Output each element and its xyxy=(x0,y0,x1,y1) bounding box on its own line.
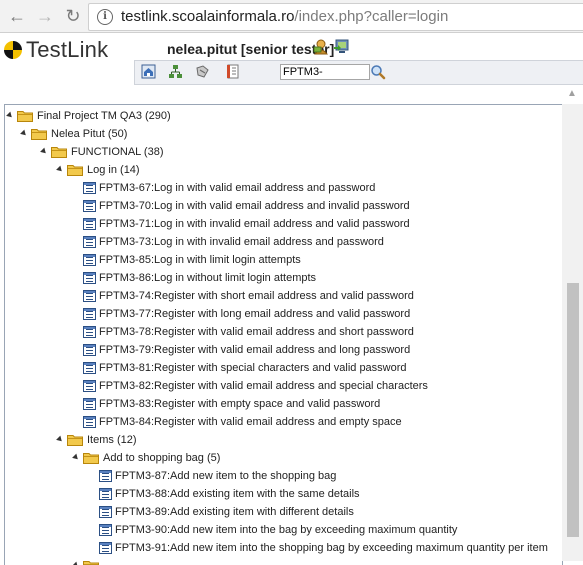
tree-node-label[interactable]: FPTM3-87:Add new item to the shopping ba… xyxy=(115,467,336,485)
tree-node-label[interactable]: Add to shopping bag (5) xyxy=(103,449,220,467)
tree-node-label[interactable]: FPTM3-86:Log in without limit login atte… xyxy=(99,269,316,287)
test-case-search-input[interactable] xyxy=(280,64,370,80)
tree-node-label[interactable]: FPTM3-91:Add new item into the shopping … xyxy=(115,539,548,557)
user-profile-icon[interactable] xyxy=(313,38,330,55)
test-case-icon xyxy=(99,506,112,518)
test-case-icon xyxy=(99,470,112,482)
test-case-icon xyxy=(83,362,96,374)
tree-node-label[interactable]: FPTM3-79:Register with valid email addre… xyxy=(99,341,410,359)
folder-icon xyxy=(67,165,83,176)
collapse-triangle-icon[interactable] xyxy=(72,453,80,462)
test-case-icon xyxy=(83,344,96,356)
url-path: /index.php?caller=login xyxy=(294,8,449,25)
tree-node-label[interactable]: FPTM3-83:Register with empty space and v… xyxy=(99,395,380,413)
address-bar[interactable]: i testlink.scoalainformala.ro/index.php?… xyxy=(88,3,583,31)
requirements-icon[interactable] xyxy=(226,64,241,79)
url-host: testlink.scoalainformala.ro xyxy=(121,8,295,25)
browser-toolbar: ← → ↻ i testlink.scoalainformala.ro/inde… xyxy=(0,0,583,33)
tree-node-label[interactable]: FPTM3-81:Register with special character… xyxy=(99,359,407,377)
reload-icon[interactable]: ↻ xyxy=(62,5,84,27)
url-text: testlink.scoalainformala.ro/index.php?ca… xyxy=(121,8,448,25)
tree-node-label[interactable]: FPTM3-88:Add existing item with the same… xyxy=(115,485,360,503)
test-case-icon xyxy=(83,254,96,266)
tree-node-label[interactable]: FPTM3-67:Log in with valid email address… xyxy=(99,179,375,197)
logout-icon[interactable] xyxy=(333,38,350,55)
test-case-icon xyxy=(99,542,112,554)
test-case-icon xyxy=(83,290,96,302)
execute-tests-icon[interactable] xyxy=(195,64,210,79)
tree-node-label[interactable]: Log in (14) xyxy=(87,161,140,179)
home-icon[interactable] xyxy=(141,64,156,79)
tree-node-label[interactable]: FPTM3-77:Register with long email addres… xyxy=(99,305,410,323)
tree-node-label[interactable]: Items (12) xyxy=(87,431,137,449)
test-spec-tree: Final Project TM QA3 (290) Nelea Pitut (5… xyxy=(4,104,563,565)
tree-node-label[interactable]: FPTM3-82:Register with valid email addre… xyxy=(99,377,428,395)
info-icon[interactable]: i xyxy=(97,9,113,25)
tree-node-label[interactable]: FPTM3-78:Register with valid email addre… xyxy=(99,323,414,341)
back-arrow-icon[interactable]: ← xyxy=(6,5,28,27)
tree-node-label[interactable]: FPTM3-73:Log in with invalid email addre… xyxy=(99,233,384,251)
collapse-triangle-icon[interactable] xyxy=(72,561,80,565)
testlink-toolbar xyxy=(134,60,583,85)
search-icon[interactable] xyxy=(370,64,386,80)
collapse-triangle-icon[interactable] xyxy=(6,111,14,120)
tree-node-label[interactable]: FPTM3-90:Add new item into the bag by ex… xyxy=(115,521,457,539)
test-case-icon xyxy=(83,182,96,194)
forward-arrow-icon[interactable]: → xyxy=(34,5,56,27)
tree-node-label[interactable]: Final Project TM QA3 (290) xyxy=(37,107,171,125)
test-case-icon xyxy=(83,398,96,410)
folder-icon xyxy=(17,111,33,122)
test-case-icon xyxy=(99,488,112,500)
folder-icon xyxy=(51,147,67,158)
tree-node-label[interactable]: FPTM3-84:Register with valid email addre… xyxy=(99,413,402,431)
folder-icon xyxy=(83,453,99,464)
user-info: nelea.pitut [senior tester] xyxy=(167,41,335,57)
test-case-icon xyxy=(83,380,96,392)
collapse-triangle-icon[interactable] xyxy=(40,147,48,156)
tree-node-label[interactable]: FPTM3-89:Add existing item with differen… xyxy=(115,503,354,521)
test-case-icon xyxy=(83,326,96,338)
test-case-icon xyxy=(99,524,112,536)
collapse-triangle-icon[interactable] xyxy=(56,435,64,444)
tree-node-label[interactable]: FPTM3-70:Log in with valid email address… xyxy=(99,197,410,215)
folder-icon xyxy=(31,129,47,140)
tree-node-label[interactable]: FPTM3-71:Log in with invalid email addre… xyxy=(99,215,410,233)
tree-node-label[interactable]: FPTM3-85:Log in with limit login attempt… xyxy=(99,251,301,269)
test-case-icon xyxy=(83,308,96,320)
test-case-icon xyxy=(83,218,96,230)
test-case-icon xyxy=(83,236,96,248)
collapse-triangle-icon[interactable] xyxy=(56,165,64,174)
logo-badge-icon xyxy=(4,41,22,59)
logo-text: TestLink xyxy=(26,37,109,62)
test-case-icon xyxy=(83,200,96,212)
tree-node-label[interactable]: FUNCTIONAL (38) xyxy=(71,143,164,161)
tree-node-label[interactable]: FPTM3-74:Register with short email addre… xyxy=(99,287,414,305)
test-case-icon xyxy=(83,272,96,284)
folder-icon xyxy=(67,435,83,446)
tree-node-label[interactable]: Nelea Pitut (50) xyxy=(51,125,127,143)
test-specification-icon[interactable] xyxy=(168,64,183,79)
collapse-triangle-icon[interactable] xyxy=(20,129,28,138)
scrollbar-thumb[interactable] xyxy=(567,283,579,537)
test-case-icon xyxy=(83,416,96,428)
scroll-up-arrow-icon[interactable]: ▲ xyxy=(567,88,577,99)
